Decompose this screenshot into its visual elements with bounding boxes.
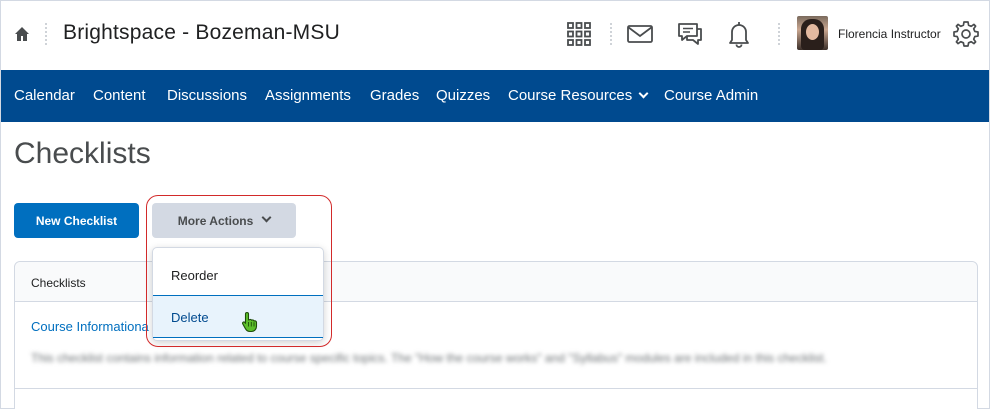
highlight-outline	[146, 195, 332, 347]
user-name[interactable]: Florencia Instructor	[838, 27, 941, 41]
nav-content[interactable]: Content	[93, 87, 146, 104]
nav-course-resources[interactable]: Course Resources	[508, 87, 649, 104]
nav-assignments[interactable]: Assignments	[265, 87, 351, 104]
row-divider	[15, 388, 977, 389]
waffle-icon[interactable]	[564, 19, 594, 49]
avatar[interactable]	[797, 16, 828, 50]
column-header-checklists: Checklists	[31, 276, 86, 290]
nav-discussions[interactable]: Discussions	[167, 87, 247, 104]
divider	[778, 23, 780, 45]
nav-course-admin[interactable]: Course Admin	[664, 87, 758, 104]
bell-icon[interactable]	[724, 19, 754, 49]
new-checklist-button[interactable]: New Checklist	[14, 203, 139, 238]
chevron-down-icon	[638, 88, 649, 99]
divider	[610, 23, 612, 45]
nav-course-resources-label: Course Resources	[508, 87, 633, 104]
nav-calendar[interactable]: Calendar	[14, 87, 75, 104]
chat-icon[interactable]	[675, 19, 705, 49]
course-navbar: Calendar Content Discussions Assignments…	[1, 70, 989, 122]
checklist-description: This checklist contains information rela…	[31, 351, 827, 365]
home-icon[interactable]	[13, 25, 31, 43]
checklist-link[interactable]: Course Informationa	[31, 319, 149, 334]
gear-icon[interactable]	[951, 19, 981, 49]
divider	[45, 23, 47, 45]
top-header: Brightspace - Bozeman-MSU Florencia Inst…	[1, 1, 989, 70]
org-title[interactable]: Brightspace - Bozeman-MSU	[63, 21, 340, 45]
mail-icon[interactable]	[625, 19, 655, 49]
page-title: Checklists	[14, 137, 151, 170]
nav-grades[interactable]: Grades	[370, 87, 419, 104]
nav-quizzes[interactable]: Quizzes	[436, 87, 490, 104]
